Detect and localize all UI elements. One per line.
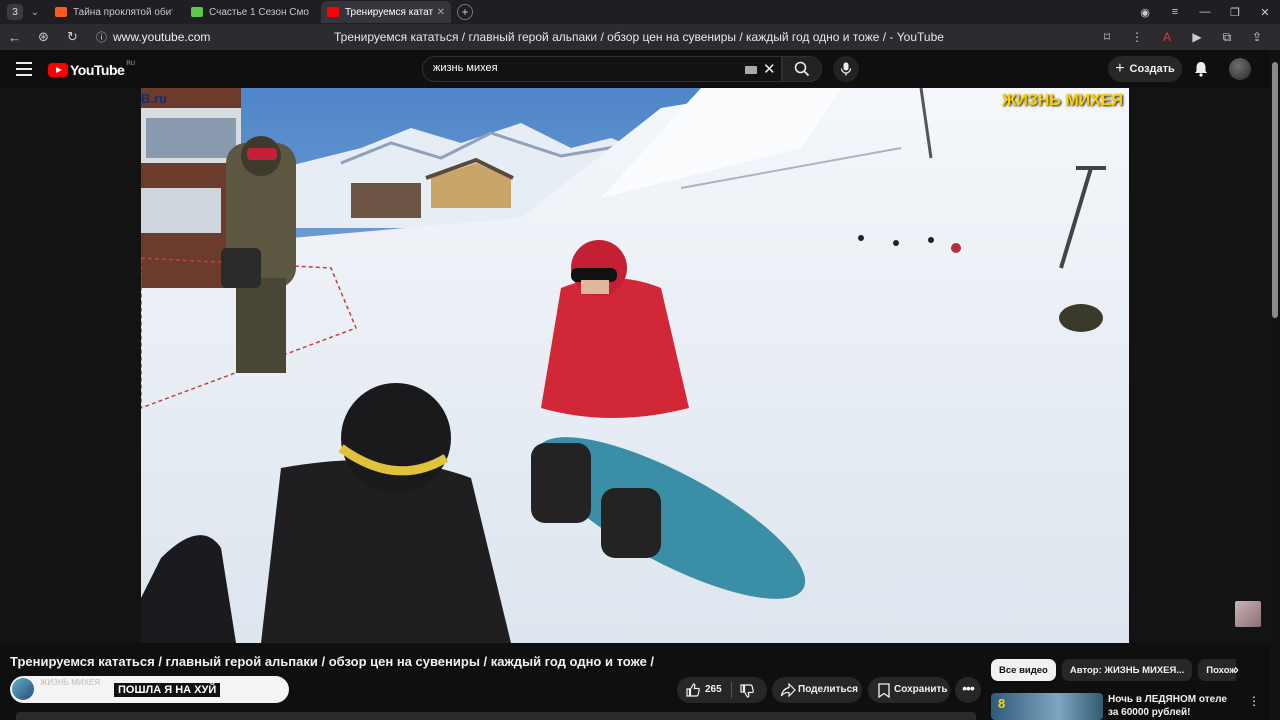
search-input[interactable] xyxy=(433,62,733,74)
tab-favicon-icon xyxy=(191,7,203,17)
media-icon[interactable]: ▶ xyxy=(1182,30,1212,44)
logo-region: RU xyxy=(126,61,135,67)
like-divider xyxy=(731,682,732,698)
site-info-icon[interactable]: ⓘ xyxy=(87,29,116,45)
back-icon[interactable]: ← xyxy=(0,30,29,45)
save-icon xyxy=(878,683,890,698)
clear-search-icon[interactable]: ✕ xyxy=(763,60,776,78)
chip-all-videos[interactable]: Все видео xyxy=(991,659,1056,681)
address-bar-tools: ⌑ ⋮ A ▶ ⧉ ⇪ xyxy=(1092,24,1272,50)
recommended-video[interactable]: 8 Ночь в ЛЕДЯНОМ отеле за 60000 рублей! … xyxy=(991,692,1261,720)
tab-list-chevron-icon[interactable]: ⌄ xyxy=(27,4,43,20)
save-button[interactable]: Сохранить xyxy=(868,677,950,703)
browser-tab[interactable]: Счастье 1 Сезон Смотреть xyxy=(185,1,315,23)
share-button[interactable]: Поделиться xyxy=(772,677,862,703)
search-button[interactable] xyxy=(782,56,822,82)
create-label: Создать xyxy=(1129,63,1175,75)
chevron-right-icon[interactable]: › xyxy=(1234,661,1239,678)
shield-icon[interactable]: ⊛ xyxy=(29,29,58,45)
channel-avatar[interactable] xyxy=(12,678,34,700)
like-dislike-group: 265 xyxy=(677,677,767,703)
recommended-title: Ночь в ЛЕДЯНОМ отеле за 60000 рублей! xyxy=(1108,694,1227,718)
account-avatar[interactable] xyxy=(1229,58,1251,80)
collections-icon[interactable]: ⧉ xyxy=(1212,30,1242,45)
keyboard-icon[interactable] xyxy=(745,66,757,74)
channel-name-faded: ЖИЗНЬ МИХЕЯ xyxy=(40,678,101,687)
like-thumb-icon[interactable] xyxy=(685,682,701,698)
tab-favicon-icon xyxy=(327,7,339,17)
logo-text: YouTube xyxy=(70,62,125,78)
search-box: ✕ xyxy=(422,56,782,82)
translate-icon[interactable]: A xyxy=(1152,30,1182,44)
kebab-menu-icon[interactable]: ⋮ xyxy=(1248,694,1260,708)
youtube-play-icon xyxy=(48,63,68,77)
video-frame xyxy=(141,88,1129,643)
youtube-header: YouTube RU ✕ + Создать xyxy=(0,50,1270,88)
tab-title: Тайна проклятой обители xyxy=(73,6,173,18)
reload-icon[interactable]: ↻ xyxy=(58,29,87,45)
browser-tab-active[interactable]: Тренируемся кататься / главный ✕ xyxy=(321,1,451,23)
search-icon xyxy=(794,61,810,77)
video-title: Тренируемся кататься / главный герой аль… xyxy=(10,654,655,669)
tab-title: Тренируемся кататься / главный xyxy=(345,6,433,18)
profile-icon[interactable]: ◉ xyxy=(1130,6,1160,19)
url-text[interactable]: www.youtube.com xyxy=(113,30,210,44)
address-bar: ← ⊛ ↻ ⓘ www.youtube.com Тренируемся ката… xyxy=(0,24,1280,50)
thumbnail-number: 8 xyxy=(998,696,1006,711)
end-card-thumbnail[interactable] xyxy=(1235,601,1261,627)
browser-tab-bar: 3 ⌄ Тайна проклятой обители Счастье 1 Се… xyxy=(0,0,1280,24)
channel-pill[interactable]: ЖИЗНЬ МИХЕЯ ПОШЛА Я НА ХУЙ xyxy=(10,676,289,703)
tab-counter[interactable]: 3 xyxy=(7,4,23,20)
save-label: Сохранить xyxy=(894,684,948,695)
chip-author[interactable]: Автор: ЖИЗНЬ МИХЕЯ... xyxy=(1061,659,1193,681)
minimize-icon[interactable]: — xyxy=(1190,6,1220,18)
more-actions-button[interactable]: ••• xyxy=(955,677,981,703)
share-page-icon[interactable]: ⇪ xyxy=(1242,30,1272,44)
video-player[interactable]: B.ru ЖИЗНЬ МИХЕЯ xyxy=(141,88,1129,643)
tab-favicon-icon xyxy=(55,7,67,17)
browser-tab[interactable]: Тайна проклятой обители xyxy=(49,1,179,23)
menu-icon[interactable] xyxy=(16,62,32,76)
channel-watermark: ЖИЗНЬ МИХЕЯ xyxy=(1001,92,1123,109)
like-count: 265 xyxy=(705,684,722,695)
dislike-thumb-icon[interactable] xyxy=(739,683,755,699)
restore-icon[interactable]: ❐ xyxy=(1220,6,1250,19)
share-icon xyxy=(780,682,796,698)
recommended-thumbnail[interactable]: 8 xyxy=(991,693,1103,720)
tab-title: Счастье 1 Сезон Смотреть xyxy=(209,6,309,18)
more-icon[interactable]: ⋮ xyxy=(1122,30,1152,44)
related-chips: Все видео Автор: ЖИЗНЬ МИХЕЯ... Похож xyxy=(991,659,1242,681)
downloads-icon[interactable]: ≡ xyxy=(1160,6,1190,18)
notifications-bell-icon[interactable] xyxy=(1192,60,1210,78)
create-button[interactable]: + Создать xyxy=(1108,56,1182,82)
youtube-logo[interactable]: YouTube RU xyxy=(48,61,135,78)
plus-icon: + xyxy=(1115,60,1125,77)
description-box-edge xyxy=(16,712,976,720)
mic-icon xyxy=(840,62,852,76)
close-tab-icon[interactable]: ✕ xyxy=(437,7,445,18)
window-controls: ◉ ≡ — ❐ ✕ xyxy=(1130,0,1280,24)
sign-text: B.ru xyxy=(141,91,167,106)
chip-similar[interactable]: Похож xyxy=(1198,659,1237,681)
new-tab-button[interactable]: + xyxy=(457,4,473,20)
channel-badge-text: ПОШЛА Я НА ХУЙ xyxy=(114,683,221,697)
scrollbar-thumb[interactable] xyxy=(1272,62,1278,318)
share-label: Поделиться xyxy=(798,684,859,695)
page-scrollbar[interactable] xyxy=(1270,50,1280,720)
bookmark-icon[interactable]: ⌑ xyxy=(1092,30,1122,44)
page-title: Тренируемся кататься / главный герой аль… xyxy=(334,30,944,44)
close-window-icon[interactable]: ✕ xyxy=(1250,6,1280,19)
voice-search-button[interactable] xyxy=(833,56,859,82)
